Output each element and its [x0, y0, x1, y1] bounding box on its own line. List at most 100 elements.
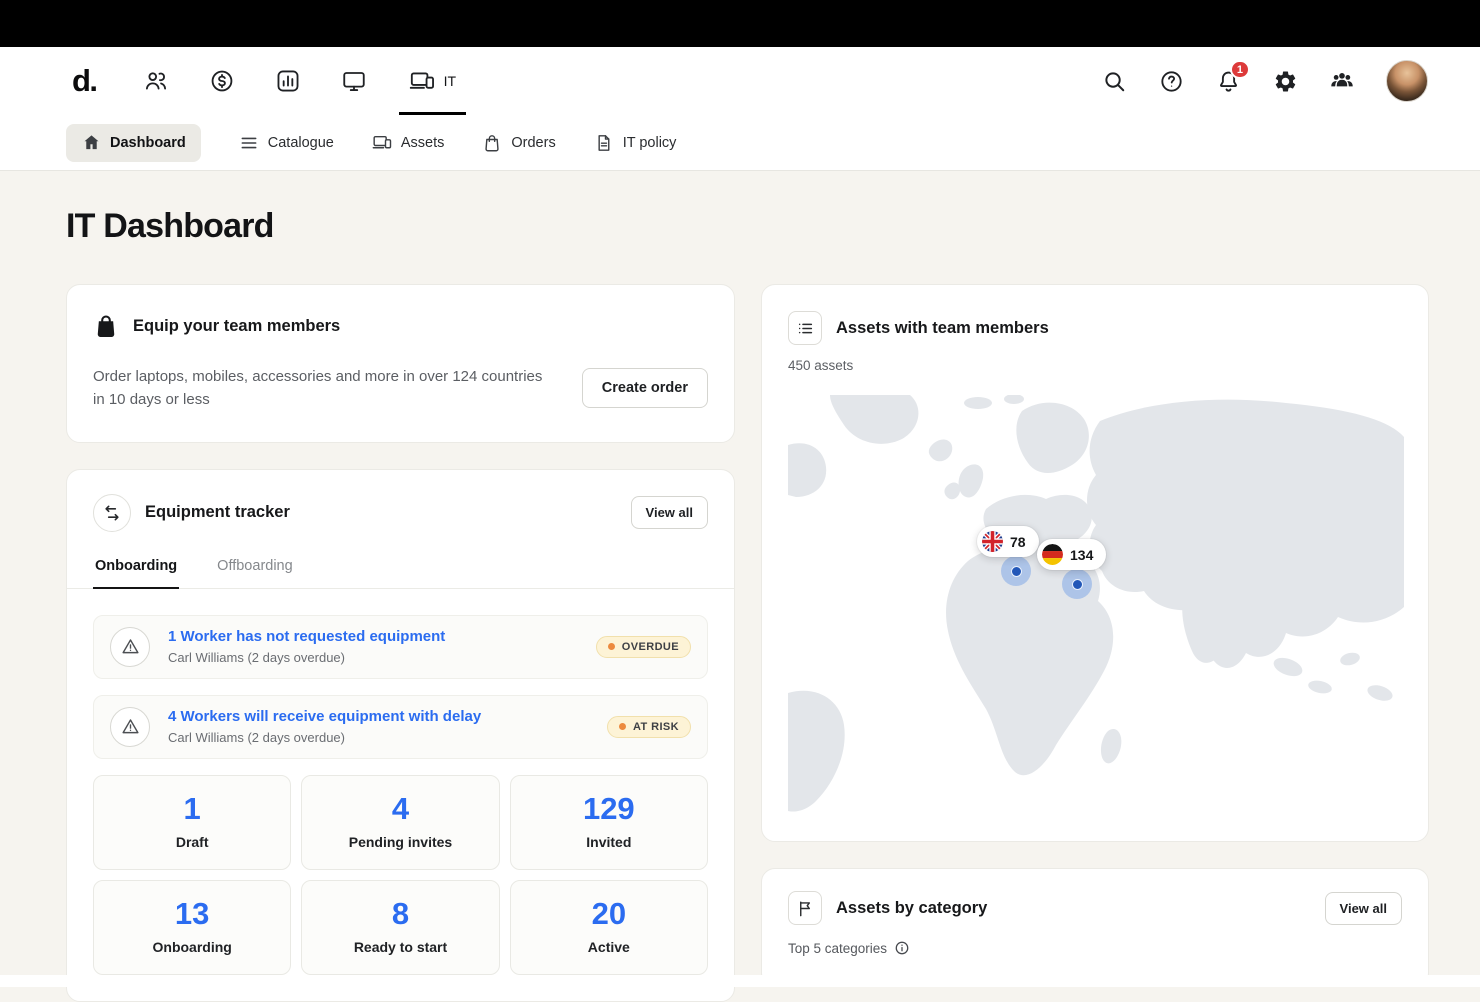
map-dot-germany[interactable]	[1062, 569, 1092, 599]
category-subtitle: Top 5 categories	[788, 941, 887, 956]
it-tab-label: IT	[444, 73, 456, 89]
stat-value: 129	[511, 791, 707, 827]
map-marker-uk[interactable]: 78	[977, 526, 1039, 557]
document-icon	[594, 133, 614, 153]
tracker-card-title: Equipment tracker	[145, 503, 290, 522]
stat-label: Ready to start	[302, 939, 498, 955]
it-subnav: Dashboard Catalogue Assets Orders	[0, 115, 1480, 171]
warning-triangle-icon	[110, 707, 150, 747]
list-icon	[788, 311, 822, 345]
subnav-item-assets[interactable]: Assets	[372, 133, 445, 153]
tracker-stats-grid: 1 Draft 4 Pending invites 129 Invited 13…	[93, 775, 708, 975]
tab-it[interactable]: IT	[407, 68, 458, 94]
notifications[interactable]: 1	[1215, 68, 1241, 94]
subnav-label: Assets	[401, 135, 445, 151]
assets-count: 450 assets	[788, 358, 1402, 373]
equipment-tracker-card: Equipment tracker View all Onboarding Of…	[66, 469, 735, 1002]
world-map: 78	[788, 395, 1402, 813]
notification-count-badge: 1	[1230, 60, 1250, 79]
warning-triangle-icon	[110, 627, 150, 667]
alert-title-link[interactable]: 4 Workers will receive equipment with de…	[168, 708, 589, 725]
map-marker-germany[interactable]: 134	[1037, 539, 1106, 570]
search-icon[interactable]	[1101, 68, 1127, 94]
badge-dot	[608, 643, 615, 650]
badge-label: AT RISK	[633, 721, 679, 733]
header-nav-left: d.	[72, 63, 458, 99]
badge-dot	[619, 723, 626, 730]
bottom-edge	[0, 975, 1480, 987]
stat-ready-to-start[interactable]: 8 Ready to start	[301, 880, 499, 975]
bag-icon	[93, 313, 119, 339]
home-icon	[81, 133, 101, 153]
orders-bag-icon	[482, 133, 502, 153]
create-order-button[interactable]: Create order	[582, 368, 708, 408]
alert-title-link[interactable]: 1 Worker has not requested equipment	[168, 628, 578, 645]
alert-text: 4 Workers will receive equipment with de…	[168, 708, 589, 745]
assets-map-card: Assets with team members 450 assets	[761, 284, 1429, 842]
avatar[interactable]	[1386, 60, 1428, 102]
alert-subtitle: Carl Williams (2 days overdue)	[168, 730, 589, 745]
stat-value: 4	[302, 791, 498, 827]
chart-icon[interactable]	[275, 68, 301, 94]
monitor-icon[interactable]	[341, 68, 367, 94]
stat-label: Onboarding	[94, 939, 290, 955]
equip-card-title: Equip your team members	[133, 317, 340, 336]
marker-value: 78	[1010, 534, 1026, 550]
subnav-label: Orders	[511, 135, 555, 151]
subnav-item-catalogue[interactable]: Catalogue	[239, 133, 334, 153]
it-devices-icon	[409, 68, 435, 94]
status-badge-overdue: OVERDUE	[596, 636, 691, 658]
stat-label: Pending invites	[302, 834, 498, 850]
tab-offboarding[interactable]: Offboarding	[215, 554, 295, 588]
subnav-item-orders[interactable]: Orders	[482, 133, 555, 153]
stat-value: 13	[94, 896, 290, 932]
stat-value: 20	[511, 896, 707, 932]
subnav-item-dashboard[interactable]: Dashboard	[66, 124, 201, 162]
page-title: IT Dashboard	[66, 207, 1430, 246]
main-header: d.	[0, 47, 1480, 115]
uk-flag-icon	[982, 531, 1003, 552]
tracker-view-all-button[interactable]: View all	[631, 496, 708, 529]
money-icon[interactable]	[209, 68, 235, 94]
stat-label: Draft	[94, 834, 290, 850]
subnav-label: Dashboard	[110, 135, 186, 151]
info-icon[interactable]	[894, 940, 910, 956]
stat-pending-invites[interactable]: 4 Pending invites	[301, 775, 499, 870]
gear-icon[interactable]	[1272, 68, 1298, 94]
team-icon[interactable]	[1329, 68, 1355, 94]
deel-logo[interactable]: d.	[72, 63, 97, 99]
stat-active[interactable]: 20 Active	[510, 880, 708, 975]
stat-draft[interactable]: 1 Draft	[93, 775, 291, 870]
it-dashboard-page: IT Dashboard Equip your team members Ord…	[0, 171, 1480, 1002]
assets-by-category-card: Assets by category View all Top 5 catego…	[761, 868, 1429, 987]
tracker-alert-row[interactable]: 4 Workers will receive equipment with de…	[93, 695, 708, 759]
marker-value: 134	[1070, 547, 1093, 563]
subnav-item-it-policy[interactable]: IT policy	[594, 133, 677, 153]
assets-devices-icon	[372, 133, 392, 153]
badge-label: OVERDUE	[622, 641, 679, 653]
alert-subtitle: Carl Williams (2 days overdue)	[168, 650, 578, 665]
map-dot-uk[interactable]	[1001, 556, 1031, 586]
stat-label: Invited	[511, 834, 707, 850]
assets-map-card-title: Assets with team members	[836, 319, 1049, 338]
flag-icon	[788, 891, 822, 925]
status-badge-at-risk: AT RISK	[607, 716, 691, 738]
map-dot-core	[1072, 579, 1083, 590]
catalogue-lines-icon	[239, 133, 259, 153]
equip-card-description: Order laptops, mobiles, accessories and …	[93, 365, 543, 412]
category-view-all-button[interactable]: View all	[1325, 892, 1402, 925]
people-icon[interactable]	[143, 68, 169, 94]
alert-text: 1 Worker has not requested equipment Car…	[168, 628, 578, 665]
category-card-title: Assets by category	[836, 899, 987, 918]
tracker-tabs: Onboarding Offboarding	[67, 554, 734, 589]
tab-onboarding[interactable]: Onboarding	[93, 554, 179, 589]
subnav-label: Catalogue	[268, 135, 334, 151]
stat-onboarding[interactable]: 13 Onboarding	[93, 880, 291, 975]
equip-team-card: Equip your team members Order laptops, m…	[66, 284, 735, 443]
stat-value: 1	[94, 791, 290, 827]
stat-value: 8	[302, 896, 498, 932]
help-icon[interactable]	[1158, 68, 1184, 94]
header-nav-right: 1	[1101, 60, 1428, 102]
stat-invited[interactable]: 129 Invited	[510, 775, 708, 870]
tracker-alert-row[interactable]: 1 Worker has not requested equipment Car…	[93, 615, 708, 679]
